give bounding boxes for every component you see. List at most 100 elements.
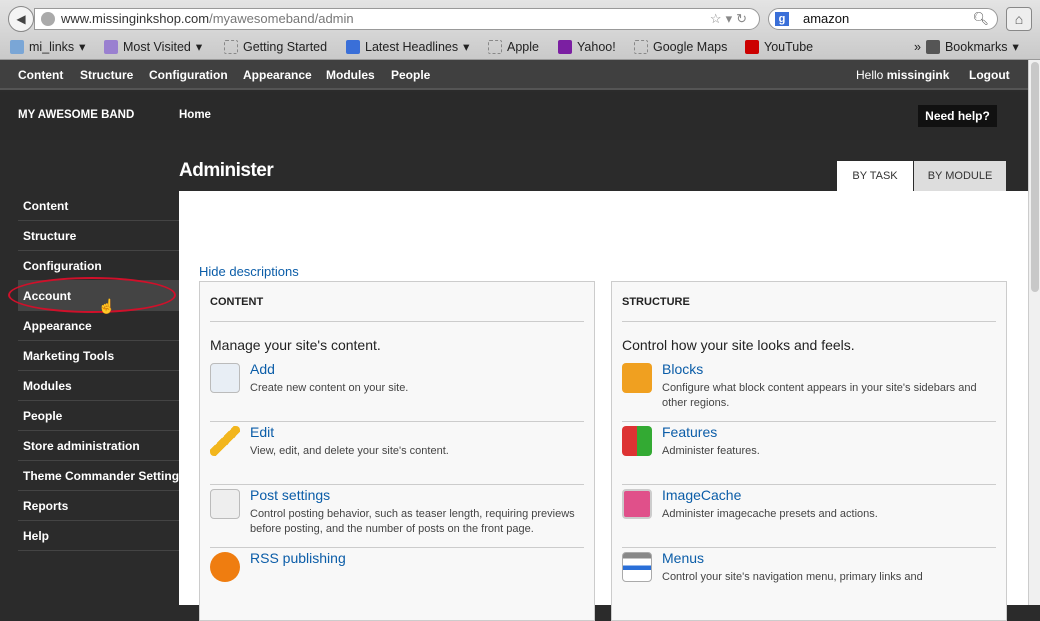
bookmark-google-maps[interactable]: Google Maps [634,38,727,56]
sidebar-item-label: Content [23,199,69,213]
google-icon: g [775,12,789,26]
panel-description: Manage your site's content. [210,337,381,353]
admin-entry: Menus Control your site's navigation menu… [622,548,996,611]
panel-description: Control how your site looks and feels. [622,337,855,353]
site-header: MY AWESOME BAND Home Need help? [0,92,1028,140]
search-icon[interactable]: 🔍︎ [972,9,989,29]
admin-entry: Blocks Configure what block content appea… [622,359,996,422]
sidebar-item-modules[interactable]: Modules [18,371,179,401]
page-icon [488,40,502,54]
search-value: amazon [803,11,850,26]
entry-description: Control posting behavior, such as teaser… [250,508,575,535]
entry-link[interactable]: Add [250,361,584,377]
entry-link[interactable]: ImageCache [662,487,996,503]
panel-heading: CONTENT [210,282,584,322]
hide-descriptions-link[interactable]: Hide descriptions [199,264,299,279]
sidebar-item-marketing-tools[interactable]: Marketing Tools [18,341,179,371]
entry-link[interactable]: Menus [662,550,996,566]
sidebar-item-label: Theme Commander Settings [23,469,186,483]
entry-description: View, edit, and delete your site's conte… [250,445,449,457]
site-name[interactable]: MY AWESOME BAND [18,109,134,121]
need-help-button[interactable]: Need help? [918,105,997,127]
home-button[interactable]: ⌂ [1006,7,1032,31]
breadcrumb-home[interactable]: Home [179,109,211,121]
reload-icon[interactable]: ☆▾↻ [710,9,751,29]
search-input[interactable]: g amazon 🔍︎ [768,8,998,30]
entry-link[interactable]: RSS publishing [250,550,584,566]
main-content: Hide descriptions CONTENT Manage your si… [179,191,1028,621]
sidebar-item-label: Help [23,529,50,543]
sidebar-item-label: Reports [23,499,69,513]
scrollbar-thumb[interactable] [1031,62,1039,292]
sidebar-item-structure[interactable]: Structure [18,221,179,251]
sidebar-item-store-administration[interactable]: Store administration [18,431,179,461]
sidebar-item-label: Modules [23,379,72,393]
admin-entry: Add Create new content on your site. [210,359,584,422]
tab-by-task[interactable]: BY TASK [837,161,913,191]
folder-icon [10,40,24,54]
globe-icon [41,12,55,26]
most-visited-icon [104,40,118,54]
toolbar-configuration[interactable]: Configuration [149,68,228,82]
sidebar-item-reports[interactable]: Reports [18,491,179,521]
bookmark-label: Latest Headlines [365,40,459,54]
panel-content: CONTENT Manage your site's content. Add C… [199,281,595,621]
entry-link[interactable]: Features [662,424,996,440]
panel-heading: STRUCTURE [622,282,996,322]
pencil-icon [210,426,240,456]
bookmark-getting-started[interactable]: Getting Started [224,38,327,56]
bookmarks-menu[interactable]: » Bookmarks ▾ [914,38,1019,56]
bookmark-yahoo[interactable]: Yahoo! [558,38,616,56]
sidebar-item-account[interactable]: Account ☝ [8,277,179,314]
bookmark-label: YouTube [764,40,814,54]
admin-entry: ImageCache Administer imagecache presets … [622,485,996,548]
browser-chrome: ◀ www.missinginkshop.com/myawesomeband/a… [0,0,1040,60]
sidebar-item-appearance[interactable]: Appearance [18,311,179,341]
bookmark-label: Google Maps [653,40,728,54]
yahoo-icon [558,40,572,54]
features-icon [622,426,652,456]
bookmark-label: mi_links [29,40,75,54]
sidebar-item-content[interactable]: Content [18,191,179,221]
url-path: /myawesomeband/admin [209,11,354,26]
address-bar[interactable]: www.missinginkshop.com/myawesomeband/adm… [34,8,760,30]
sidebar-item-theme-commander[interactable]: Theme Commander Settings [18,461,186,491]
user-link[interactable]: missingink [887,68,950,82]
entry-link[interactable]: Blocks [662,361,996,377]
blocks-icon [622,363,652,393]
sidebar-item-help[interactable]: Help [18,521,179,551]
toolbar-structure[interactable]: Structure [80,68,133,82]
sidebar: Content Structure Configuration Account ☝… [0,191,186,551]
panel-structure: STRUCTURE Control how your site looks an… [611,281,1007,621]
menus-icon [622,552,652,582]
bookmarks-label: Bookmarks [944,40,1008,54]
entry-description: Administer imagecache presets and action… [662,508,878,520]
toolbar-modules[interactable]: Modules [326,68,375,82]
document-wrench-icon [210,489,240,519]
logout-link[interactable]: Logout [969,68,1010,82]
entry-link[interactable]: Edit [250,424,584,440]
bookmark-most-visited[interactable]: Most Visited ▾ [104,38,202,56]
entry-description: Administer features. [662,445,760,457]
back-button[interactable]: ◀ [8,6,34,32]
admin-toolbar: Content Structure Configuration Appearan… [0,60,1028,90]
toolbar-appearance[interactable]: Appearance [243,68,312,82]
bookmark-youtube[interactable]: YouTube [745,38,813,56]
greeting: Hello missingink [856,68,949,82]
sidebar-item-label: Store administration [23,439,140,453]
sidebar-item-label: Marketing Tools [23,349,115,363]
toolbar-people[interactable]: People [391,68,430,82]
bookmarks-icon [925,40,940,54]
toolbar-content[interactable]: Content [18,68,63,82]
bookmark-mi-links[interactable]: mi_links ▾ [10,38,85,56]
entry-link[interactable]: Post settings [250,487,584,503]
bookmark-latest-headlines[interactable]: Latest Headlines ▾ [346,38,469,56]
bookmark-label: Yahoo! [577,40,616,54]
add-document-icon [210,363,240,393]
bookmark-apple[interactable]: Apple [488,38,539,56]
sidebar-item-people[interactable]: People [18,401,179,431]
entry-description [250,570,584,578]
scrollbar[interactable] [1028,60,1040,605]
tab-by-module[interactable]: BY MODULE [914,161,1006,191]
page-title: Administer [179,160,274,181]
